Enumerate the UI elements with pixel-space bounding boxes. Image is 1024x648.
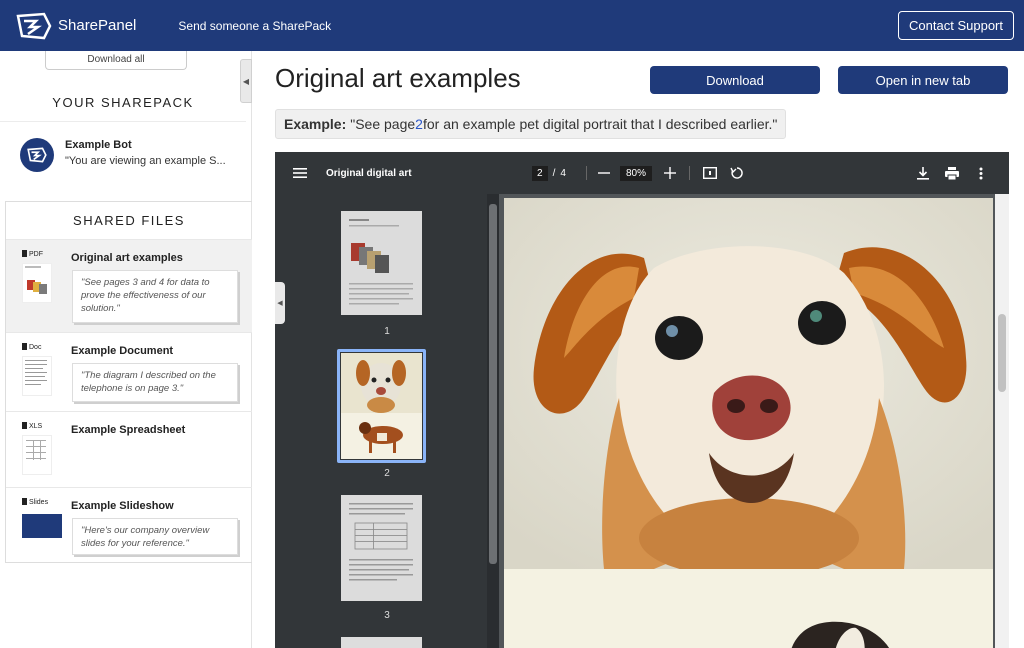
- menu-icon[interactable]: [293, 152, 307, 194]
- file-item-original-art[interactable]: PDF Original art examples "See pages 3 a…: [6, 239, 252, 332]
- file-thumbnail: [22, 356, 52, 396]
- page-title: Original art examples: [275, 63, 521, 93]
- current-page-input[interactable]: 2: [532, 165, 548, 181]
- file-note: "The diagram I described on the telephon…: [72, 363, 238, 402]
- slides-icon: Slides: [22, 498, 48, 506]
- dog-portrait-image: [504, 198, 993, 648]
- sharepanel-logo-icon: [16, 12, 52, 39]
- example-label: Example:: [284, 116, 347, 132]
- page-scrollbar[interactable]: [995, 194, 1009, 648]
- thumbnail-page-4[interactable]: [341, 637, 422, 648]
- fit-page-icon[interactable]: [703, 152, 717, 194]
- bot-avatar: [20, 138, 54, 172]
- thumbnail-page-1[interactable]: [341, 211, 422, 315]
- thumbnail-label: 1: [384, 326, 390, 337]
- sidebar: Download all ◀ YOUR SHAREPACK Example Bo…: [0, 51, 252, 648]
- example-text-after: for an example pet digital portrait that…: [422, 116, 778, 132]
- shared-files-title: SHARED FILES: [73, 213, 185, 228]
- brand-name: SharePanel: [58, 17, 137, 34]
- zoom-out-icon[interactable]: [598, 152, 610, 194]
- bot-message-row[interactable]: Example Bot "You are viewing an example …: [0, 121, 246, 201]
- download-all-button[interactable]: Download all: [45, 51, 187, 70]
- toolbar-divider: [689, 166, 690, 180]
- download-button[interactable]: Download: [650, 66, 820, 94]
- file-icon: PDF: [22, 250, 58, 306]
- rotate-icon[interactable]: [730, 152, 744, 194]
- example-note: Example: "See page 2 for an example pet …: [275, 109, 787, 139]
- pdf-page-area: [501, 194, 1009, 648]
- thumbnail-scrollbar[interactable]: [487, 194, 499, 648]
- thumbnail-label: 2: [384, 468, 390, 479]
- top-bar: SharePanel Send someone a SharePack Cont…: [0, 0, 1024, 51]
- pdf-icon: PDF: [22, 250, 43, 258]
- shared-files-panel: SHARED FILES PDF Original art examples "…: [5, 201, 252, 563]
- pdf-toolbar: Original digital art 2 / 4 80%: [275, 152, 1009, 194]
- bot-name: Example Bot: [65, 139, 132, 151]
- file-icon: XLS: [22, 422, 58, 478]
- file-icon: Doc: [22, 343, 58, 399]
- download-icon[interactable]: [917, 152, 929, 194]
- file-item-example-spreadsheet[interactable]: XLS Example Spreadsheet: [6, 411, 252, 487]
- logo[interactable]: SharePanel: [14, 12, 136, 40]
- file-item-example-slideshow[interactable]: Slides Example Slideshow "Here's our com…: [6, 487, 252, 564]
- page-separator: /: [552, 167, 556, 179]
- pdf-doc-title: Original digital art: [326, 167, 412, 179]
- chevron-left-icon: ◀: [277, 300, 283, 307]
- file-note: "See pages 3 and 4 for data to prove the…: [72, 270, 238, 323]
- print-icon[interactable]: [945, 152, 959, 194]
- open-new-tab-button[interactable]: Open in new tab: [838, 66, 1008, 94]
- thumbnail-label: 3: [384, 610, 390, 621]
- sharepack-title: YOUR SHAREPACK: [52, 95, 194, 110]
- file-name: Original art examples: [71, 252, 183, 264]
- file-icon: Slides: [22, 498, 62, 554]
- total-pages: 4: [560, 167, 566, 179]
- file-thumbnail: [22, 514, 62, 538]
- page-link[interactable]: 2: [415, 116, 423, 132]
- thumbnail-panel: ◀ 1 2 3: [275, 194, 499, 648]
- pdf-viewer: Original digital art 2 / 4 80% ◀ 1 2 3: [275, 152, 1009, 648]
- xls-icon: XLS: [22, 422, 42, 430]
- sharepanel-logo-icon: [27, 147, 47, 163]
- file-name: Example Slideshow: [71, 500, 174, 512]
- zoom-value: 80%: [620, 165, 653, 181]
- file-thumbnail: [22, 263, 52, 303]
- thumbnail-page-2[interactable]: [341, 353, 422, 459]
- contact-support-button[interactable]: Contact Support: [898, 11, 1014, 40]
- more-options-icon[interactable]: [979, 152, 983, 194]
- file-note: "Here's our company overview slides for …: [72, 518, 238, 555]
- zoom-level[interactable]: 80%: [620, 152, 653, 194]
- page-indicator: 2 / 4: [532, 152, 566, 194]
- bot-message: "You are viewing an example S...: [65, 155, 226, 167]
- toggle-thumbnails-button[interactable]: ◀: [275, 282, 285, 324]
- thumbnail-scroll-thumb[interactable]: [489, 204, 497, 564]
- file-item-example-document[interactable]: Doc Example Document "The diagram I desc…: [6, 332, 252, 411]
- doc-icon: Doc: [22, 343, 41, 351]
- chevron-left-icon: ◀: [242, 76, 250, 86]
- thumbnail-page-3[interactable]: [341, 495, 422, 601]
- zoom-in-icon[interactable]: [664, 152, 676, 194]
- file-name: Example Spreadsheet: [71, 424, 186, 436]
- file-name: Example Document: [71, 345, 174, 357]
- file-thumbnail: [22, 435, 52, 475]
- example-text-before: "See page: [350, 116, 416, 132]
- header-tagline[interactable]: Send someone a SharePack: [178, 19, 331, 33]
- main-content: Original art examples Download Open in n…: [253, 51, 1024, 648]
- toolbar-divider: [586, 166, 587, 180]
- page-scroll-thumb[interactable]: [998, 314, 1006, 392]
- pdf-page-2: [504, 198, 993, 648]
